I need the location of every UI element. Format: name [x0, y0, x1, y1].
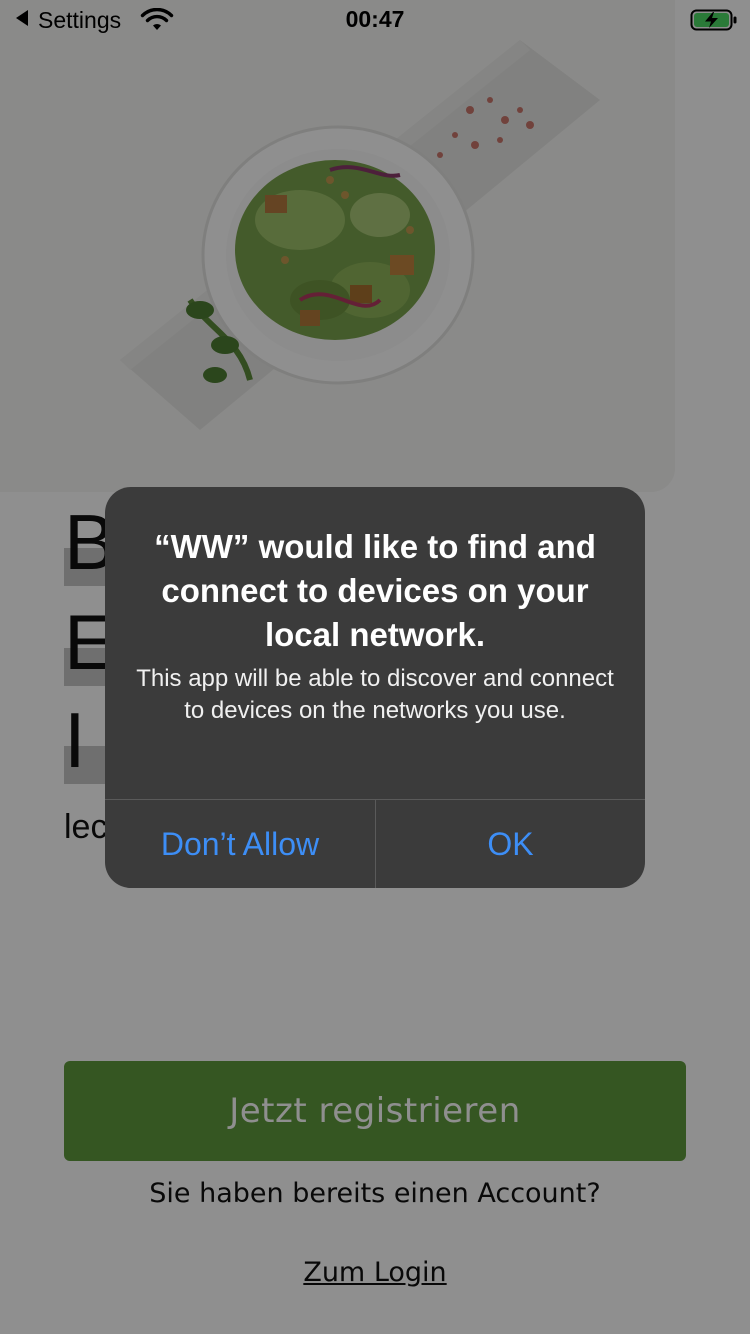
alert-message: This app will be able to discover and co… [136, 665, 614, 724]
local-network-permission-alert: “WW” would like to find and connect to d… [105, 487, 645, 888]
dont-allow-button[interactable]: Don’t Allow [105, 800, 375, 888]
ok-button[interactable]: OK [376, 800, 645, 888]
alert-title: “WW” would like to find and connect to d… [154, 528, 596, 653]
